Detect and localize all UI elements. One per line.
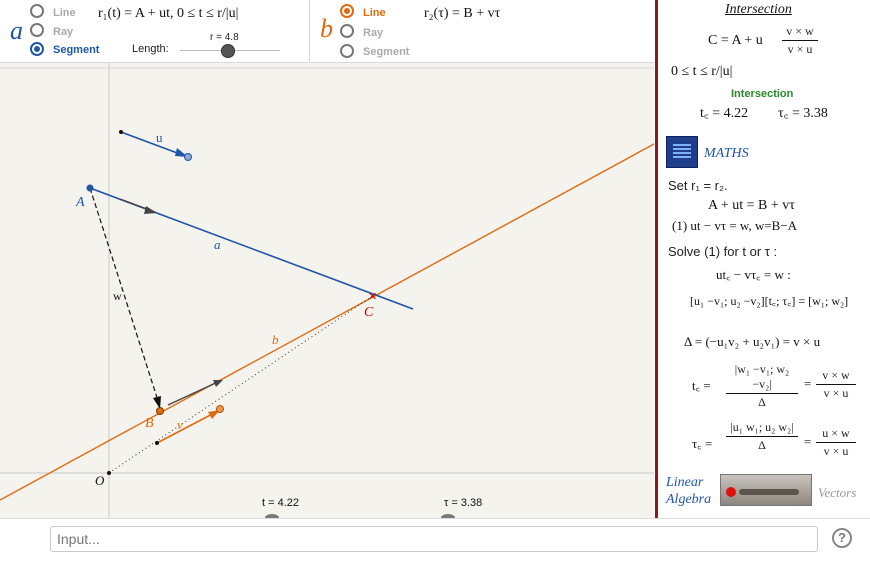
vectors-thumbnail[interactable]	[720, 474, 812, 506]
option-ray-a-label: Ray	[53, 26, 74, 38]
line-b-letter: b	[320, 14, 333, 43]
explanation-panel: Intersection C = A + u v × w v × u 0 ≤ t…	[655, 0, 870, 518]
tc-equals: =	[804, 376, 812, 391]
length-label: Length:	[132, 43, 169, 55]
tauc-cramer-fraction: |u₁ w₁; u₂ w₂| Δ	[726, 420, 798, 453]
c-formula-left: C = A + u	[708, 33, 763, 48]
tc-cross-fraction: v × w v × u	[816, 368, 856, 401]
line-b-label: b	[272, 332, 279, 347]
tauc-determinant: |u₁ w₁; u₂ w₂|	[730, 420, 794, 434]
intersection-caption: Intersection	[731, 88, 794, 100]
c-frac-numerator: v × w	[786, 24, 814, 38]
radio-segment-a[interactable]	[30, 42, 44, 56]
point-B[interactable]	[156, 407, 164, 415]
option-ray-b-label: Ray	[363, 27, 384, 39]
vector-u-head-point[interactable]	[184, 153, 192, 161]
point-A[interactable]	[86, 184, 94, 192]
tauc-value: τ꜀ = 3.38	[778, 106, 828, 121]
formula-r1: r₁(t) = A + ut, 0 ≤ t ≤ r/|u|	[98, 6, 239, 21]
point-C-label: C	[364, 305, 374, 320]
slider-r-handle[interactable]	[221, 44, 235, 58]
tc-determinant: |w₁ −v₁; w₂ −v₂|	[734, 362, 790, 391]
point-C-marker: ✕	[368, 291, 377, 303]
solve-text: Solve (1) for t or τ :	[668, 244, 778, 259]
intersection-title: Intersection	[725, 2, 792, 17]
vector-w-label: w	[113, 289, 122, 303]
set-text: Set r₁ = r₂.	[668, 178, 728, 193]
option-line-a-label: Line	[53, 7, 76, 19]
radio-segment-b[interactable]	[340, 44, 354, 58]
tauc-cross-fraction: u × w v × u	[816, 426, 856, 459]
slider-r-label: r = 4.8	[210, 32, 239, 43]
slider-t-label: t = 4.22	[262, 497, 299, 509]
maths-icon[interactable]	[666, 136, 698, 168]
vector-u-tail	[119, 130, 123, 134]
radio-ray-b[interactable]	[340, 24, 354, 38]
vector-u-label: u	[156, 130, 163, 145]
radio-line-b[interactable]	[340, 4, 354, 18]
line-b-control-panel: b Line Ray Segment r₂(τ) = B + vτ	[309, 0, 655, 63]
equation-3: ut꜀ − vτ꜀ = w :	[716, 267, 791, 282]
line-a-letter: a	[10, 16, 23, 45]
equation-1: A + ut = B + vτ	[708, 198, 795, 213]
tauc-label: τ꜀ =	[692, 436, 713, 451]
line-a-control-panel: a Line Ray Segment r₁(t) = A + ut, 0 ≤ t…	[0, 0, 308, 63]
tc-delta: Δ	[758, 395, 766, 409]
point-B-label: B	[145, 416, 154, 431]
tc-value: t꜀ = 4.22	[700, 106, 749, 121]
delta-equation: Δ = (−u₁v₂ + u₂v₁) = v × u	[684, 334, 821, 349]
c-formula-fraction: v × w v × u	[782, 24, 818, 57]
segment-a-label: a	[214, 237, 221, 252]
algebra-input[interactable]	[50, 526, 818, 552]
tauc-equals: =	[804, 434, 812, 449]
vectors-link[interactable]: Vectors	[818, 485, 856, 501]
tauc-cross-denominator: v × u	[823, 444, 849, 458]
vector-v-tail	[155, 441, 159, 445]
maths-link[interactable]: MATHS	[704, 146, 749, 162]
point-O[interactable]	[107, 471, 111, 475]
matrix-equation: [u₁ −v₁; u₂ −v₂][t꜀; τ꜀] = [w₁; w₂]	[690, 294, 849, 308]
help-button[interactable]: ?	[832, 528, 852, 548]
canvas-background	[0, 63, 654, 518]
radio-line-a[interactable]	[30, 4, 44, 18]
point-A-label: A	[75, 195, 85, 210]
equation-2: (1) ut − vτ = w, w=B−A	[672, 218, 798, 233]
tc-cross-denominator: v × u	[823, 386, 849, 400]
tc-label: t꜀ =	[692, 378, 711, 393]
option-segment-a-label: Segment	[53, 44, 100, 56]
input-bar: ?	[0, 518, 870, 561]
point-O-label: O	[95, 473, 105, 488]
slider-tau-label: τ = 3.38	[444, 497, 482, 509]
vector-v-label: v	[177, 417, 183, 432]
tauc-delta: Δ	[758, 438, 766, 452]
tc-cramer-fraction: |w₁ −v₁; w₂ −v₂| Δ	[726, 362, 798, 410]
option-segment-b-label: Segment	[363, 46, 410, 58]
option-line-b-label: Line	[363, 7, 386, 19]
tc-cross-numerator: v × w	[822, 368, 850, 382]
radio-ray-a[interactable]	[30, 23, 44, 37]
constraint-text: 0 ≤ t ≤ r/|u|	[671, 64, 733, 79]
graphics-canvas[interactable]: u w v A B ✕ C O a b t = 4.22 τ = 3.38	[0, 63, 654, 518]
formula-r2: r₂(τ) = B + vτ	[424, 6, 501, 21]
tauc-cross-numerator: u × w	[822, 426, 850, 440]
linear-algebra-link[interactable]: Linear Algebra	[666, 474, 716, 508]
vector-v-head-point[interactable]	[216, 405, 224, 413]
c-frac-denominator: v × u	[787, 42, 813, 56]
